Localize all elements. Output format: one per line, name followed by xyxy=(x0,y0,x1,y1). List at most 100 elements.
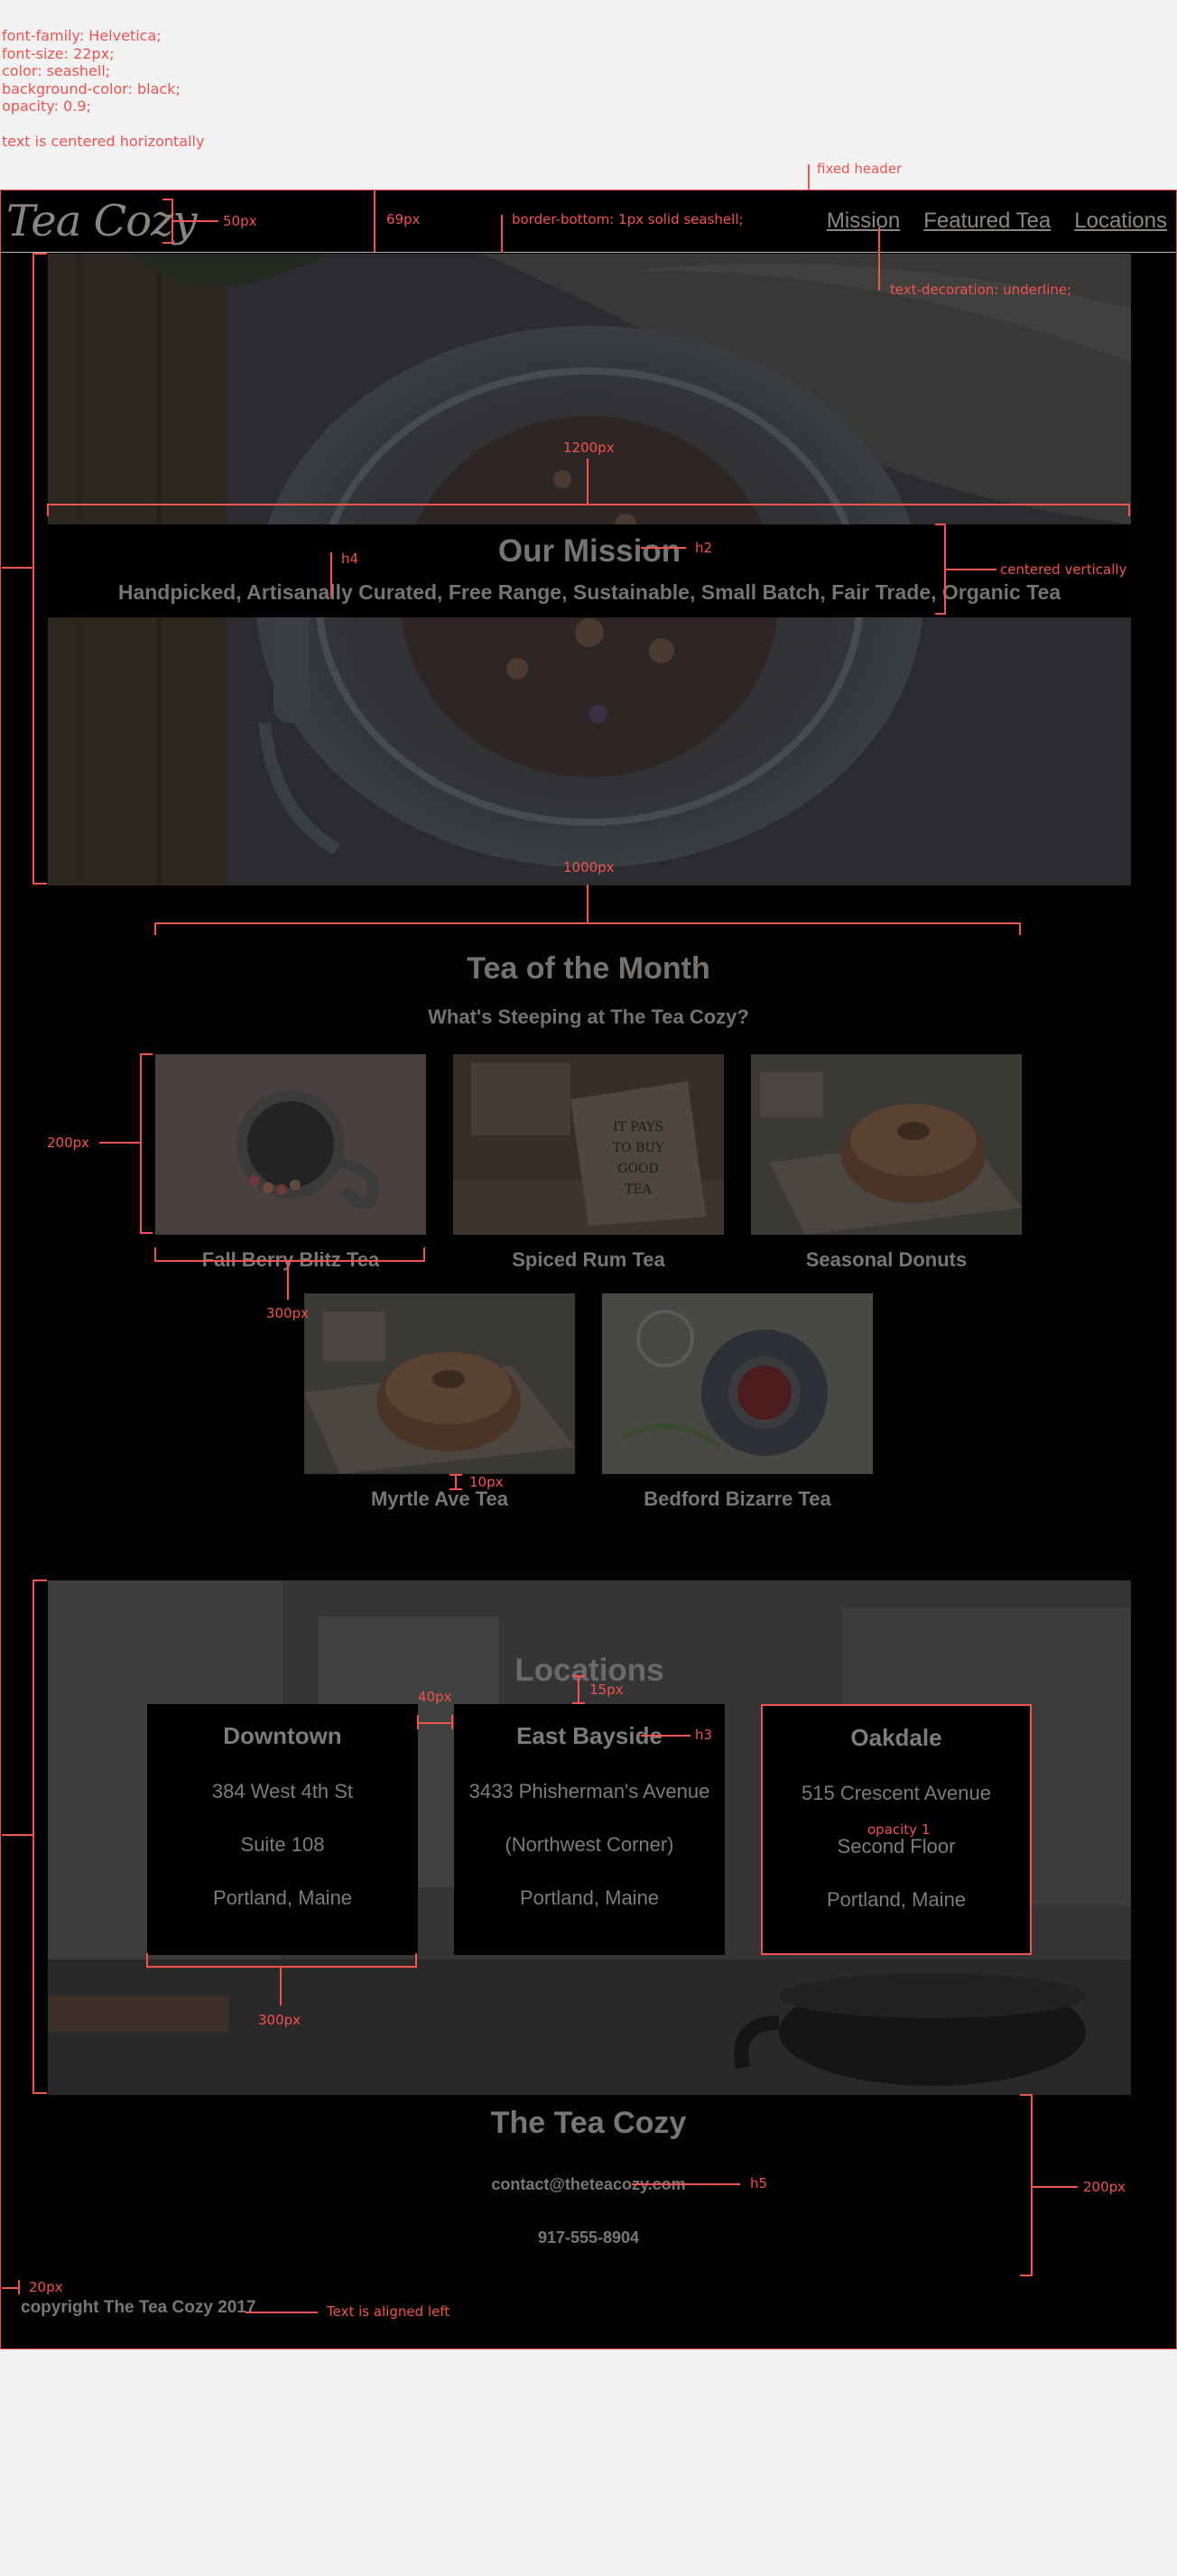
annotation-line xyxy=(2,2287,20,2289)
annotation-line xyxy=(280,1968,282,2006)
annotation-line xyxy=(32,253,34,885)
annotation-line xyxy=(878,227,880,291)
annotation-line xyxy=(99,1142,141,1144)
annotation-line xyxy=(140,1232,153,1234)
annotation-line xyxy=(572,1702,585,1704)
tea-card[interactable]: Myrtle Ave Tea xyxy=(304,1293,575,1511)
annotation-line xyxy=(415,1953,417,1966)
footer-title: The Tea Cozy xyxy=(490,2106,687,2140)
nav-link-featured-tea[interactable]: Featured Tea xyxy=(923,208,1051,234)
annotation-40px: 40px xyxy=(418,1689,452,1705)
footer-email[interactable]: contact@theteacozy.com xyxy=(1,2175,1176,2194)
annotation-h3: h3 xyxy=(695,1727,713,1743)
mockup-page: Tea Cozy Mission Featured Tea Locations xyxy=(0,190,1177,2349)
location-name: Oakdale xyxy=(850,1724,942,1751)
annotation-line xyxy=(32,2092,47,2094)
tea-section-subtitle: What's Steeping at The Tea Cozy? xyxy=(428,1005,749,1028)
tea-image-myrtle-ave xyxy=(304,1293,575,1474)
sign-text: TEA xyxy=(625,1182,653,1197)
annotation-line xyxy=(641,1735,690,1737)
annotation-line xyxy=(162,242,173,244)
tea-image-fall-berry xyxy=(155,1054,426,1235)
annotation-1000px: 1000px xyxy=(563,859,615,876)
annotation-10px: 10px xyxy=(469,1474,504,1490)
annotation-line xyxy=(449,1488,462,1490)
annotation-line xyxy=(154,922,1021,924)
annotation-border-bottom: border-bottom: 1px solid seashell; xyxy=(512,211,744,227)
annotation-line xyxy=(1033,2186,1078,2188)
annotation-line xyxy=(146,1966,417,1968)
annotation-line xyxy=(47,504,1130,505)
logo[interactable]: Tea Cozy xyxy=(6,196,198,246)
tea-card[interactable]: Bedford Bizarre Tea xyxy=(602,1293,873,1511)
annotation-line xyxy=(32,883,47,885)
annotation-line xyxy=(1128,504,1130,516)
annotation-20px: 20px xyxy=(29,2279,63,2295)
annotation-line xyxy=(32,1580,34,2094)
annotation-200px: 200px xyxy=(1083,2179,1126,2195)
tea-caption: Myrtle Ave Tea xyxy=(370,1487,509,1510)
annotation-line xyxy=(154,922,156,935)
annotation-line xyxy=(578,1675,579,1704)
spec-line: font-size: 22px; xyxy=(2,44,115,62)
annotation-line xyxy=(417,1715,419,1729)
annotation-line xyxy=(2,567,32,569)
location-line: Portland, Maine xyxy=(212,1886,353,1909)
spec-line: text is centered horizontally xyxy=(2,132,205,150)
annotation-200px: 200px xyxy=(47,1135,90,1151)
annotation-line xyxy=(140,1053,142,1234)
annotation-line xyxy=(32,1580,47,1581)
sign-text: TO BUY xyxy=(613,1141,664,1155)
location-line: 515 Crescent Avenue xyxy=(802,1782,991,1804)
tea-caption: Bedford Bizarre Tea xyxy=(644,1487,831,1510)
annotation-line xyxy=(2,1834,32,1836)
tea-card[interactable]: Fall Berry Blitz Tea xyxy=(155,1054,426,1272)
location-line: Second Floor xyxy=(837,1835,956,1858)
tea-caption: Spiced Rum Tea xyxy=(512,1248,665,1271)
location-line: 3433 Phisherman's Avenue xyxy=(468,1780,710,1802)
annotation-line xyxy=(140,1053,153,1055)
tea-card[interactable]: IT PAYS TO BUY GOOD TEA Spiced Rum Tea xyxy=(453,1054,724,1272)
mission-band: Our Mission Handpicked, Artisanally Cura… xyxy=(48,524,1131,617)
spec-line: background-color: black; xyxy=(2,79,181,97)
annotation-line xyxy=(946,569,996,570)
annotation-h2: h2 xyxy=(695,540,713,556)
tea-card[interactable]: Seasonal Donuts xyxy=(751,1054,1022,1272)
annotation-line xyxy=(417,1722,453,1724)
annotation-300px: 300px xyxy=(266,1305,310,1321)
spec-line: font-family: Helvetica; xyxy=(2,27,162,44)
annotation-line xyxy=(587,885,588,924)
tea-caption: Seasonal Donuts xyxy=(805,1248,968,1271)
annotation-1200px: 1200px xyxy=(563,440,615,456)
footer: The Tea Cozy contact@theteacozy.com 917-… xyxy=(1,2095,1176,2247)
annotation-h5: h5 xyxy=(750,2175,768,2191)
annotation-line xyxy=(423,1247,425,1260)
annotation-line xyxy=(449,1474,462,1476)
spec-line: opacity: 0.9; xyxy=(2,97,91,115)
spec-line: color: seashell; xyxy=(2,62,111,79)
locations-section: Locations Downtown 384 West 4th St Suite… xyxy=(48,1580,1131,2095)
location-card: East Bayside 3433 Phisherman's Avenue (N… xyxy=(454,1704,725,1955)
annotation-line xyxy=(173,220,218,222)
annotation-line xyxy=(18,2280,20,2294)
annotation-line xyxy=(587,459,588,505)
annotation-300px: 300px xyxy=(258,2012,301,2028)
style-spec-notes: font-family: Helvetica; font-size: 22px;… xyxy=(2,27,204,150)
copyright: copyright The Tea Cozy 2017 xyxy=(21,2298,256,2317)
annotation-line xyxy=(47,504,49,516)
annotation-line xyxy=(374,190,375,252)
annotation-line xyxy=(935,613,946,615)
annotation-line xyxy=(501,215,503,253)
annotation-opacity-1: opacity 1 xyxy=(867,1821,931,1838)
mission-title: Our Mission xyxy=(497,533,681,569)
annotation-line xyxy=(1031,2094,1033,2276)
nav-link-mission[interactable]: Mission xyxy=(827,208,900,234)
location-name: Downtown xyxy=(223,1722,342,1749)
annotation-line xyxy=(1019,922,1021,935)
tea-section-title: Tea of the Month xyxy=(467,951,710,986)
nav-link-locations[interactable]: Locations xyxy=(1074,208,1167,234)
tea-image-seasonal-donuts xyxy=(751,1054,1022,1235)
annotation-69px: 69px xyxy=(386,211,421,227)
annotation-line xyxy=(32,253,47,255)
location-line: Portland, Maine xyxy=(826,1888,967,1911)
